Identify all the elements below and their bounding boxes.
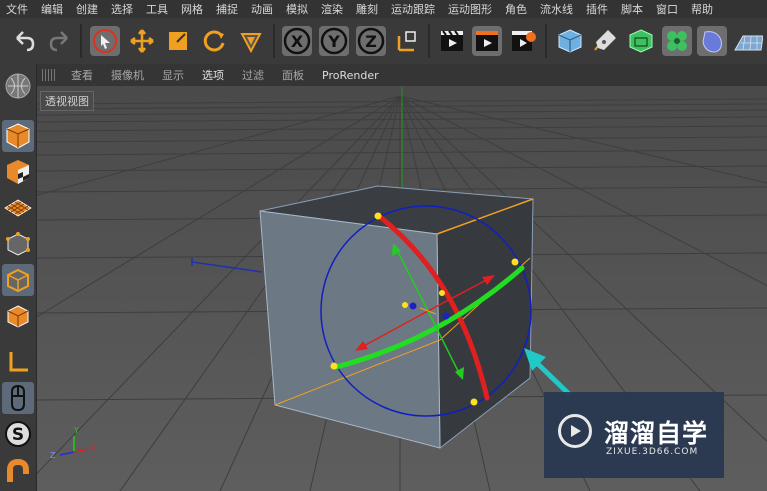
watermark-title: 溜溜自学	[604, 419, 709, 448]
coordinate-system-icon[interactable]	[392, 26, 422, 56]
z-axis-lock-icon[interactable]: Z	[356, 26, 386, 56]
play-logo-icon	[558, 414, 592, 448]
rotate-icon[interactable]	[199, 26, 229, 56]
undo-icon[interactable]	[9, 26, 39, 56]
last-tool-icon[interactable]	[236, 26, 266, 56]
redo-icon[interactable]	[45, 26, 75, 56]
watermark: 溜溜自学 ZIXUE.3D66.COM	[544, 392, 724, 478]
menu-pipeline[interactable]: 流水线	[534, 1, 580, 17]
svg-text:Y: Y	[73, 426, 79, 435]
menu-sculpt[interactable]: 雕刻	[350, 1, 385, 17]
snapping-icon[interactable]: S	[2, 418, 34, 450]
menu-help[interactable]: 帮助	[685, 1, 720, 17]
menu-window[interactable]: 窗口	[650, 1, 685, 17]
menu-plugins[interactable]: 插件	[580, 1, 615, 17]
scale-icon[interactable]	[163, 26, 193, 56]
svg-text:Z: Z	[365, 32, 377, 51]
viewport-menu-cameras[interactable]: 摄像机	[102, 67, 153, 83]
menu-character[interactable]: 角色	[499, 1, 534, 17]
texture-mode-icon[interactable]	[2, 156, 34, 188]
menu-animate[interactable]: 动画	[245, 1, 280, 17]
viewport-menu-prorender[interactable]: ProRender	[313, 69, 388, 82]
svg-text:Z: Z	[50, 451, 56, 460]
pen-spline-icon[interactable]	[590, 26, 620, 56]
points-mode-icon[interactable]	[2, 228, 34, 260]
workplane-mode-icon[interactable]	[2, 192, 34, 224]
main-toolbar: X Y Z	[0, 18, 767, 65]
menu-mograph[interactable]: 运动图形	[442, 1, 499, 17]
grip-icon[interactable]	[42, 69, 56, 81]
viewport-menu-filter[interactable]: 过滤	[233, 67, 273, 83]
watermark-url: ZIXUE.3D66.COM	[606, 447, 699, 457]
tweak-mode-icon[interactable]	[2, 382, 34, 414]
magnet-icon[interactable]	[2, 456, 34, 488]
live-select-icon[interactable]	[90, 26, 120, 56]
edges-mode-icon[interactable]	[2, 264, 34, 296]
subdivision-icon[interactable]	[626, 26, 656, 56]
deformer-icon[interactable]	[697, 26, 727, 56]
svg-text:X: X	[90, 445, 96, 454]
left-toolbar: S	[0, 64, 37, 491]
render-picture-viewer-icon[interactable]	[472, 26, 502, 56]
viewport-menu-panel[interactable]: 面板	[273, 67, 313, 83]
menu-create[interactable]: 创建	[70, 1, 105, 17]
menu-tools[interactable]: 工具	[140, 1, 175, 17]
menu-bar: 文件 编辑 创建 选择 工具 网格 捕捉 动画 模拟 渲染 雕刻 运动跟踪 运动…	[0, 0, 767, 18]
render-settings-icon[interactable]	[508, 26, 538, 56]
x-axis-lock-icon[interactable]: X	[282, 26, 312, 56]
cube-primitive-icon[interactable]	[555, 26, 585, 56]
move-icon[interactable]	[127, 26, 157, 56]
render-view-icon[interactable]	[437, 26, 467, 56]
menu-select[interactable]: 选择	[105, 1, 140, 17]
menu-snap[interactable]: 捕捉	[210, 1, 245, 17]
cloner-icon[interactable]	[662, 26, 692, 56]
polygons-mode-icon[interactable]	[2, 300, 34, 332]
model-mode-icon[interactable]	[2, 120, 34, 152]
svg-text:Y: Y	[327, 32, 340, 51]
viewport-menu-bar: 查看 摄像机 显示 选项 过滤 面板 ProRender	[37, 64, 767, 86]
menu-simulate[interactable]: 模拟	[280, 1, 315, 17]
menu-motion-tracker[interactable]: 运动跟踪	[385, 1, 442, 17]
svg-text:X: X	[291, 32, 304, 51]
y-axis-lock-icon[interactable]: Y	[319, 26, 349, 56]
floor-environment-icon[interactable]	[733, 26, 763, 56]
viewport-menu-options[interactable]: 选项	[193, 67, 233, 83]
menu-mesh[interactable]: 网格	[175, 1, 210, 17]
menu-edit[interactable]: 编辑	[35, 1, 70, 17]
menu-file[interactable]: 文件	[0, 1, 35, 17]
viewport-label: 透视视图	[40, 91, 94, 111]
menu-render[interactable]: 渲染	[315, 1, 350, 17]
axis-mode-icon[interactable]	[2, 346, 34, 378]
svg-text:S: S	[12, 425, 24, 445]
menu-script[interactable]: 脚本	[615, 1, 650, 17]
make-editable-icon[interactable]	[2, 70, 34, 102]
viewport-menu-display[interactable]: 显示	[153, 67, 193, 83]
viewport-menu-view[interactable]: 查看	[62, 67, 102, 83]
